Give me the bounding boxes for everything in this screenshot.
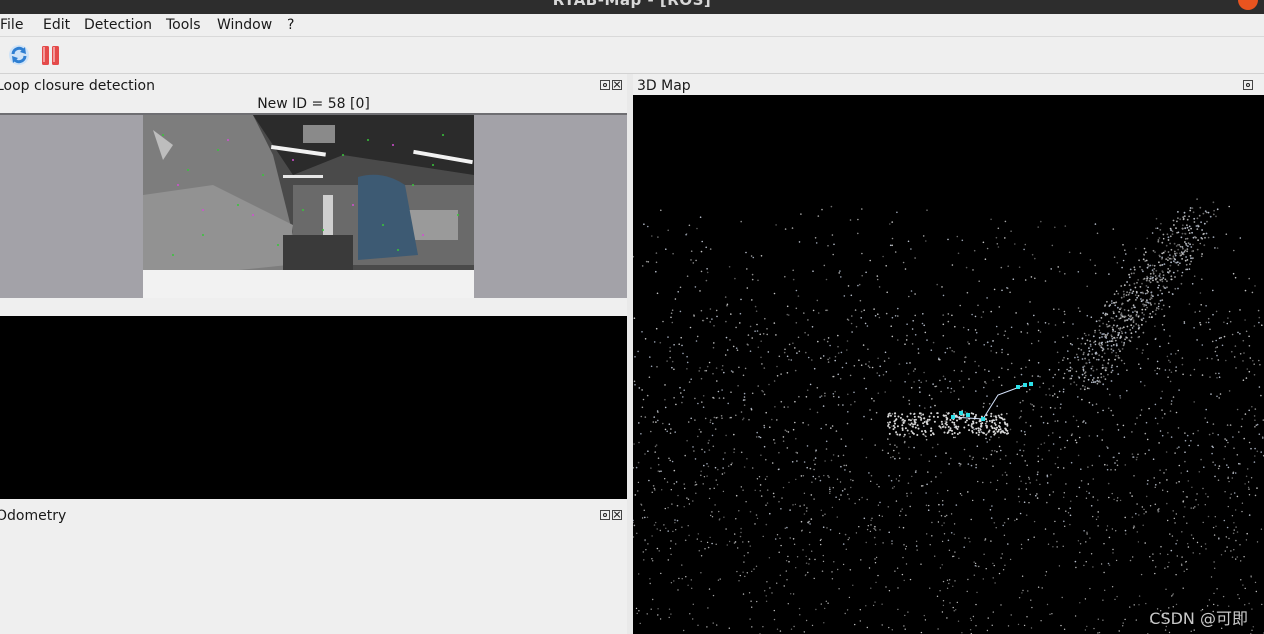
close-icon[interactable] — [612, 510, 622, 520]
loop-closure-image-view — [0, 113, 627, 298]
refresh-icon — [9, 45, 29, 65]
menu-window[interactable]: Window — [217, 17, 272, 33]
loop-closure-match-view — [0, 316, 627, 499]
menu-file[interactable]: File — [0, 17, 23, 33]
3d-map-view[interactable] — [633, 95, 1264, 634]
window-title: RTAB-Map - [ROS] — [552, 0, 712, 9]
loop-closure-dock-buttons — [600, 80, 624, 90]
camera-image — [143, 115, 474, 298]
close-icon[interactable] — [612, 80, 622, 90]
menu-bar: File Edit Detection Tools Window ? — [0, 14, 1264, 37]
float-icon[interactable] — [600, 80, 610, 90]
menu-tools[interactable]: Tools — [166, 17, 201, 33]
menu-help[interactable]: ? — [287, 17, 294, 33]
pause-icon — [42, 46, 59, 65]
menu-detection[interactable]: Detection — [84, 17, 152, 33]
map3d-title: 3D Map — [637, 78, 691, 94]
float-icon[interactable] — [600, 510, 610, 520]
refresh-button[interactable] — [8, 44, 30, 66]
point-cloud — [633, 198, 1264, 634]
odometry-dock-buttons — [600, 510, 624, 520]
odometry-title: Odometry — [0, 508, 67, 524]
new-id-label: New ID = 58 [0] — [257, 96, 370, 112]
menu-edit[interactable]: Edit — [43, 17, 70, 33]
loop-closure-title: Loop closure detection — [0, 78, 155, 94]
toolbar — [0, 37, 1264, 74]
pause-button[interactable] — [40, 44, 62, 66]
window-titlebar: RTAB-Map - [ROS] — [0, 0, 1264, 14]
float-icon[interactable] — [1243, 80, 1253, 90]
watermark: CSDN @可即 — [1149, 609, 1248, 628]
map3d-dock-buttons — [1243, 80, 1264, 106]
